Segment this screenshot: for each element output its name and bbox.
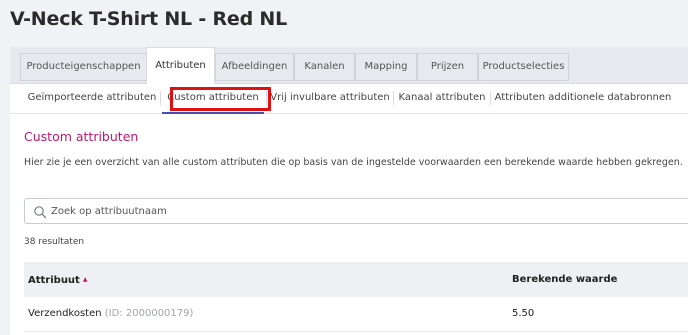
column-header-berekende-waarde[interactable]: Berekende waarde	[512, 262, 617, 297]
tab-mapping[interactable]: Mapping	[355, 53, 417, 81]
product-panel: Producteigenschappen Attributen Afbeeldi…	[10, 47, 688, 335]
subtab-attributen-additionele-databronnen[interactable]: Attributen additionele databronnen	[493, 84, 673, 112]
subtab-divider	[266, 91, 267, 105]
main-tabs: Producteigenschappen Attributen Afbeeldi…	[10, 47, 688, 84]
table-row[interactable]: Verzendkosten (ID: 2000000179) 5.50	[24, 297, 688, 332]
page-title: V-Neck T-Shirt NL - Red NL	[10, 8, 288, 30]
subtab-vrij-invulbare-attributen[interactable]: Vrij invulbare attributen	[268, 84, 392, 112]
tab-attributen[interactable]: Attributen	[146, 47, 215, 84]
search-box	[24, 198, 688, 224]
row-value-cell: 5.50	[512, 308, 535, 319]
subtab-custom-attributen[interactable]: Custom attributen	[162, 84, 264, 114]
search-input[interactable]	[51, 199, 671, 223]
subtab-geimporteerde-attributen[interactable]: Geïmporteerde attributen	[26, 84, 158, 112]
tab-productselecties[interactable]: Productselecties	[478, 53, 569, 81]
attribute-id: (ID: 2000000179)	[104, 308, 194, 319]
attribute-name: Verzendkosten	[28, 308, 102, 319]
column-header-attribuut[interactable]: Attribuut ▲	[28, 262, 87, 297]
section-description: Hier zie je een overzicht van alle custo…	[24, 157, 683, 168]
active-subtab-underline	[162, 112, 264, 114]
sub-tabs: Geïmporteerde attributen Custom attribut…	[10, 84, 688, 114]
tab-prijzen[interactable]: Prijzen	[417, 53, 478, 81]
result-count: 38 resultaten	[24, 237, 85, 247]
tab-kanalen[interactable]: Kanalen	[294, 53, 355, 81]
section-title: Custom attributen	[24, 129, 139, 144]
subtab-divider	[490, 91, 491, 105]
table-header: Attribuut ▲ Berekende waarde	[24, 262, 688, 297]
subtab-kanaal-attributen[interactable]: Kanaal attributen	[395, 84, 489, 112]
subtab-divider	[393, 91, 394, 105]
row-attribute-cell: Verzendkosten (ID: 2000000179)	[28, 297, 193, 331]
tab-producteigenschappen[interactable]: Producteigenschappen	[20, 53, 147, 81]
sort-arrow-up-icon: ▲	[82, 276, 88, 283]
search-icon	[34, 206, 47, 219]
tab-afbeeldingen[interactable]: Afbeeldingen	[215, 53, 294, 81]
subtab-divider	[160, 91, 161, 105]
